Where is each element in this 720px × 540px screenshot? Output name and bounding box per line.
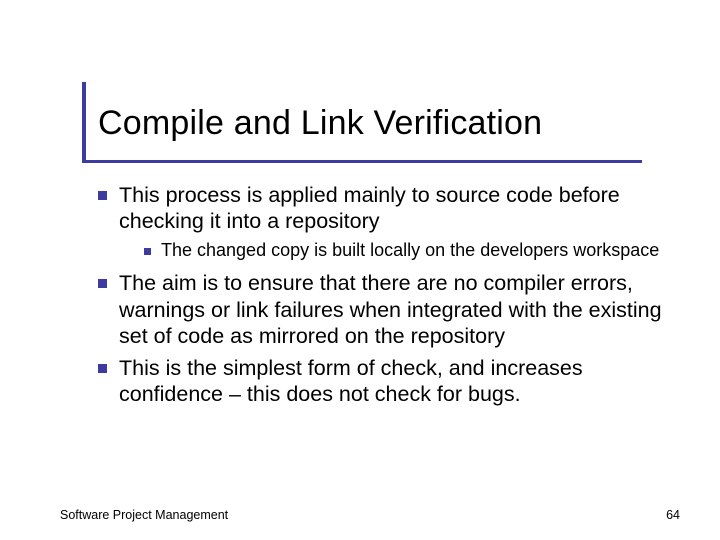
bullet-text: This process is applied mainly to source… bbox=[119, 182, 668, 234]
accent-vertical-bar bbox=[82, 82, 86, 162]
slide-body: This process is applied mainly to source… bbox=[98, 180, 668, 413]
list-item: This is the simplest form of check, and … bbox=[98, 355, 668, 407]
slide-title: Compile and Link Verification bbox=[98, 104, 542, 143]
slide: Compile and Link Verification This proce… bbox=[0, 0, 720, 540]
footer-title: Software Project Management bbox=[60, 508, 228, 522]
accent-horizontal-rule bbox=[82, 160, 642, 163]
list-item: The aim is to ensure that there are no c… bbox=[98, 270, 668, 349]
page-number: 64 bbox=[666, 508, 680, 522]
square-bullet-icon bbox=[98, 364, 107, 373]
list-item: The changed copy is built locally on the… bbox=[144, 240, 668, 262]
bullet-text: The aim is to ensure that there are no c… bbox=[119, 270, 668, 349]
bullet-text: The changed copy is built locally on the… bbox=[161, 240, 659, 262]
square-bullet-icon bbox=[98, 191, 107, 200]
list-item: This process is applied mainly to source… bbox=[98, 182, 668, 234]
bullet-text: This is the simplest form of check, and … bbox=[119, 355, 668, 407]
square-bullet-icon bbox=[98, 279, 107, 288]
square-bullet-icon bbox=[144, 248, 151, 255]
